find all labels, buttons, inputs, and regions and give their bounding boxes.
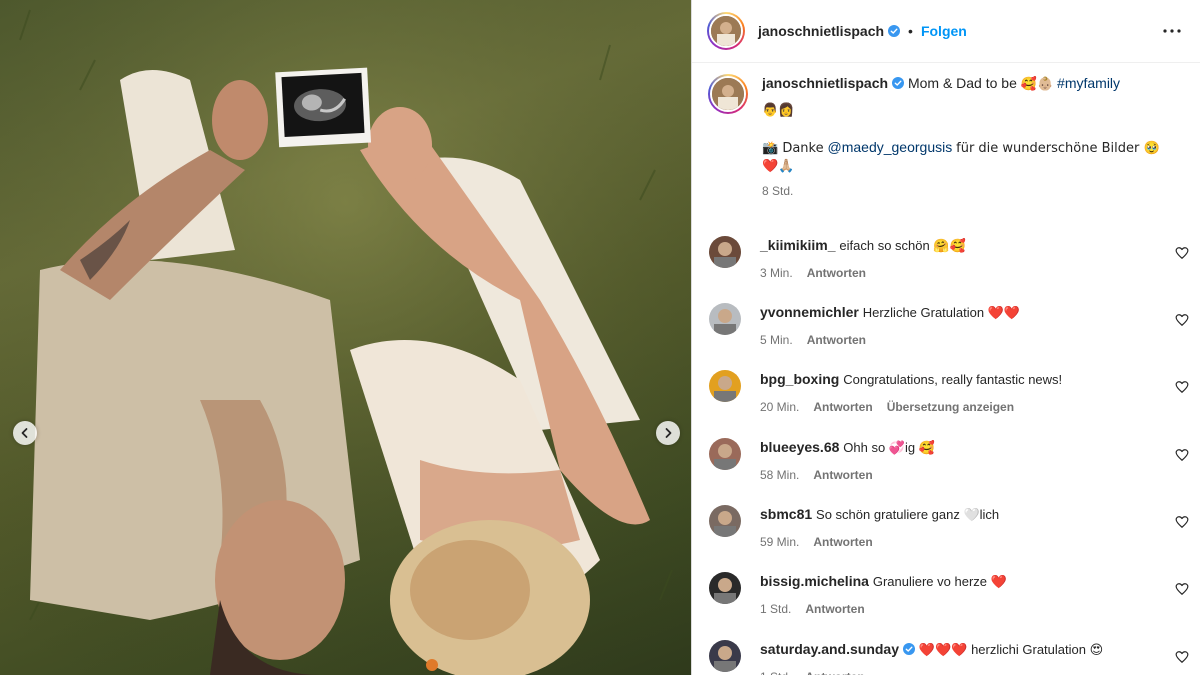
commenter-avatar[interactable] xyxy=(709,505,741,537)
comment-body: yvonnemichler Herzliche Gratulation ❤️❤️… xyxy=(760,303,1160,349)
comment-item: _kiimikiim_ eifach so schön 🤗🥰 3 Min. Antw… xyxy=(709,236,1189,282)
comment-item: saturday.and.sunday ❤️❤️❤️ herzlichi Gra… xyxy=(709,640,1189,675)
commenter-avatar[interactable] xyxy=(709,236,741,268)
comment-timestamp[interactable]: 58 Min. xyxy=(760,468,799,482)
comment-meta: 3 Min. Antworten xyxy=(760,264,1160,282)
commenter-username[interactable]: bpg_boxing xyxy=(760,371,839,387)
comment-item: sbmc81 So schön gratuliere ganz 🤍lich 59 … xyxy=(709,505,1189,551)
more-options-button[interactable] xyxy=(1160,19,1184,43)
like-comment-heart-icon[interactable] xyxy=(1175,380,1189,394)
reply-button[interactable]: Antworten xyxy=(807,333,866,347)
reply-button[interactable]: Antworten xyxy=(805,602,864,616)
comment-text: Herzliche Gratulation ❤️❤️ xyxy=(862,305,1021,320)
comment-item: blueeyes.68 Ohh so 💞ig 🥰 58 Min. Antworten xyxy=(709,438,1189,484)
caption-line-2: 👨‍👩 xyxy=(762,103,795,118)
commenter-username[interactable]: yvonnemichler xyxy=(760,304,859,320)
comment-body: saturday.and.sunday ❤️❤️❤️ herzlichi Gra… xyxy=(760,640,1160,675)
next-image-button[interactable] xyxy=(656,421,680,445)
commenter-avatar[interactable] xyxy=(709,438,741,470)
commenter-avatar[interactable] xyxy=(709,572,741,604)
comment-meta: 5 Min. Antworten xyxy=(760,331,1160,349)
reply-button[interactable]: Antworten xyxy=(805,670,864,675)
like-comment-heart-icon[interactable] xyxy=(1175,515,1189,529)
chevron-left-icon xyxy=(21,428,28,438)
post-image[interactable] xyxy=(0,0,691,675)
commenter-username[interactable]: bissig.michelina xyxy=(760,573,869,589)
verified-badge-icon xyxy=(892,77,905,89)
follow-button[interactable]: Folgen xyxy=(921,23,967,39)
comment-item: yvonnemichler Herzliche Gratulation ❤️❤️… xyxy=(709,303,1189,349)
post-caption: janoschnietlispach Mom & Dad to be 🥰👶🏼 #… xyxy=(708,63,1184,200)
like-comment-heart-icon[interactable] xyxy=(1175,313,1189,327)
chevron-right-icon xyxy=(665,428,672,438)
like-comment-heart-icon[interactable] xyxy=(1175,448,1189,462)
comment-text: eifach so schön 🤗🥰 xyxy=(839,238,966,253)
reply-button[interactable]: Antworten xyxy=(813,400,872,414)
translate-button[interactable]: Übersetzung anzeigen xyxy=(887,400,1014,414)
comment-body: bissig.michelina Granuliere vo herze ❤️ 1… xyxy=(760,572,1160,618)
mention-link[interactable]: @maedy_georgusis xyxy=(828,139,953,155)
commenter-username[interactable]: sbmc81 xyxy=(760,506,812,522)
previous-image-button[interactable] xyxy=(13,421,37,445)
caption-line-4: ❤️🙏🏼 xyxy=(762,159,795,174)
comment-timestamp[interactable]: 3 Min. xyxy=(760,266,793,280)
comments-list: janoschnietlispach Mom & Dad to be 🥰👶🏼 #… xyxy=(692,63,1200,200)
more-horizontal-icon xyxy=(1163,29,1181,33)
like-comment-heart-icon[interactable] xyxy=(1175,650,1189,664)
commenter-avatar[interactable] xyxy=(709,370,741,402)
comment-timestamp[interactable]: 20 Min. xyxy=(760,400,799,414)
verified-badge-icon xyxy=(903,643,916,655)
comment-timestamp[interactable]: 59 Min. xyxy=(760,535,799,549)
comment-timestamp[interactable]: 1 Std. xyxy=(760,670,791,675)
author-avatar[interactable] xyxy=(707,12,745,50)
commenter-avatar[interactable] xyxy=(709,303,741,335)
like-comment-heart-icon[interactable] xyxy=(1175,582,1189,596)
caption-credit-prefix: 📸 Danke xyxy=(762,141,824,156)
like-comment-heart-icon[interactable] xyxy=(1175,246,1189,260)
author-username[interactable]: janoschnietlispach xyxy=(758,23,884,39)
post-photo xyxy=(0,0,691,675)
caption-main-text: Mom & Dad to be xyxy=(907,75,1017,91)
comment-text: ❤️❤️❤️ herzlichi Gratulation 😍 xyxy=(918,642,1104,657)
comment-text: Granuliere vo herze ❤️ xyxy=(872,574,1007,589)
comment-timestamp[interactable]: 1 Std. xyxy=(760,602,791,616)
commenter-avatar[interactable] xyxy=(709,640,741,672)
caption-emojis: 🥰👶🏼 xyxy=(1020,77,1054,92)
commenter-username[interactable]: _kiimikiim_ xyxy=(760,237,836,253)
comment-text: Congratulations, really fantastic news! xyxy=(843,372,1063,387)
comment-body: bpg_boxing Congratulations, really fanta… xyxy=(760,370,1160,416)
caption-author-avatar[interactable] xyxy=(708,74,748,114)
comment-item: bpg_boxing Congratulations, really fanta… xyxy=(709,370,1189,416)
commenter-username[interactable]: saturday.and.sunday xyxy=(760,641,899,657)
post-side-panel: janoschnietlispach • Folgen janoschnietl… xyxy=(691,0,1200,675)
reply-button[interactable]: Antworten xyxy=(813,535,872,549)
caption-timestamp[interactable]: 8 Std. xyxy=(762,182,1182,200)
comment-meta: 59 Min. Antworten xyxy=(760,533,1160,551)
comment-meta: 1 Std. Antworten xyxy=(760,600,1160,618)
caption-username[interactable]: janoschnietlispach xyxy=(762,75,888,91)
comment-item: bissig.michelina Granuliere vo herze ❤️ 1… xyxy=(709,572,1189,618)
caption-credit-suffix: für die wunderschöne Bilder 🥹 xyxy=(956,141,1160,156)
reply-button[interactable]: Antworten xyxy=(813,468,872,482)
post-header: janoschnietlispach • Folgen xyxy=(692,0,1200,63)
comment-body: blueeyes.68 Ohh so 💞ig 🥰 58 Min. Antworten xyxy=(760,438,1160,484)
hashtag-link[interactable]: #myfamily xyxy=(1057,75,1120,91)
comment-timestamp[interactable]: 5 Min. xyxy=(760,333,793,347)
comment-body: _kiimikiim_ eifach so schön 🤗🥰 3 Min. Antw… xyxy=(760,236,1160,282)
comment-text: Ohh so 💞ig 🥰 xyxy=(843,440,935,455)
comment-meta: 20 Min. Antworten Übersetzung anzeigen xyxy=(760,398,1160,416)
comment-body: sbmc81 So schön gratuliere ganz 🤍lich 59 … xyxy=(760,505,1160,551)
caption-text: janoschnietlispach Mom & Dad to be 🥰👶🏼 #… xyxy=(762,74,1182,200)
commenter-username[interactable]: blueeyes.68 xyxy=(760,439,839,455)
comment-meta: 1 Std. Antworten xyxy=(760,668,1160,675)
comment-text: So schön gratuliere ganz 🤍lich xyxy=(816,507,1000,522)
separator-dot: • xyxy=(908,23,913,39)
comment-meta: 58 Min. Antworten xyxy=(760,466,1160,484)
reply-button[interactable]: Antworten xyxy=(807,266,866,280)
verified-badge-icon xyxy=(888,25,901,37)
